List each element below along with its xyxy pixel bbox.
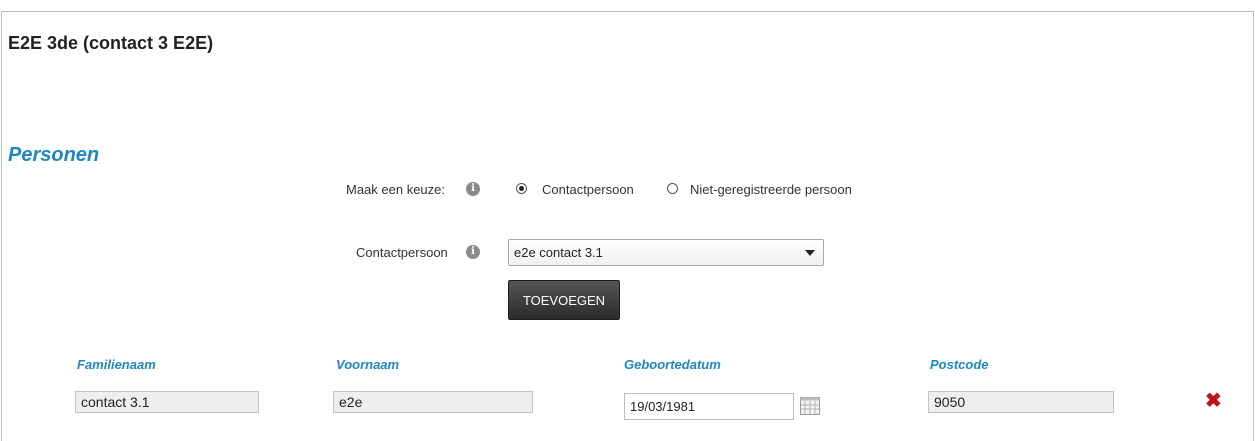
- choice-label: Maak een keuze:: [346, 182, 446, 197]
- geboortedatum-field[interactable]: 19/03/1981: [624, 393, 794, 420]
- radio-contactpersoon[interactable]: [516, 183, 527, 194]
- column-header-familienaam: Familienaam: [77, 357, 156, 372]
- column-header-voornaam: Voornaam: [336, 357, 400, 372]
- page-title: E2E 3de (contact 3 E2E): [8, 33, 214, 53]
- radio-niet-geregistreerde-persoon[interactable]: [667, 183, 678, 194]
- delete-icon[interactable]: ✖: [1205, 391, 1222, 411]
- calendar-icon[interactable]: [800, 397, 820, 415]
- page-frame: [1, 11, 1254, 441]
- add-button[interactable]: TOEVOEGEN: [508, 280, 620, 320]
- info-icon[interactable]: i: [466, 245, 480, 259]
- postcode-field[interactable]: 9050: [928, 391, 1114, 413]
- contact-label: Contactpersoon: [356, 245, 448, 260]
- chevron-down-icon: [805, 250, 815, 256]
- radio-niet-geregistreerde-label[interactable]: Niet-geregistreerde persoon: [690, 182, 852, 197]
- radio-contactpersoon-label[interactable]: Contactpersoon: [542, 182, 634, 197]
- contact-select[interactable]: e2e contact 3.1: [508, 239, 824, 266]
- familienaam-field[interactable]: contact 3.1: [75, 391, 259, 413]
- voornaam-field[interactable]: e2e: [333, 391, 533, 413]
- info-icon[interactable]: i: [466, 182, 480, 196]
- section-title-personen: Personen: [8, 144, 100, 166]
- column-header-geboortedatum: Geboortedatum: [624, 357, 721, 372]
- column-header-postcode: Postcode: [930, 357, 989, 372]
- contact-select-value: e2e contact 3.1: [514, 245, 603, 260]
